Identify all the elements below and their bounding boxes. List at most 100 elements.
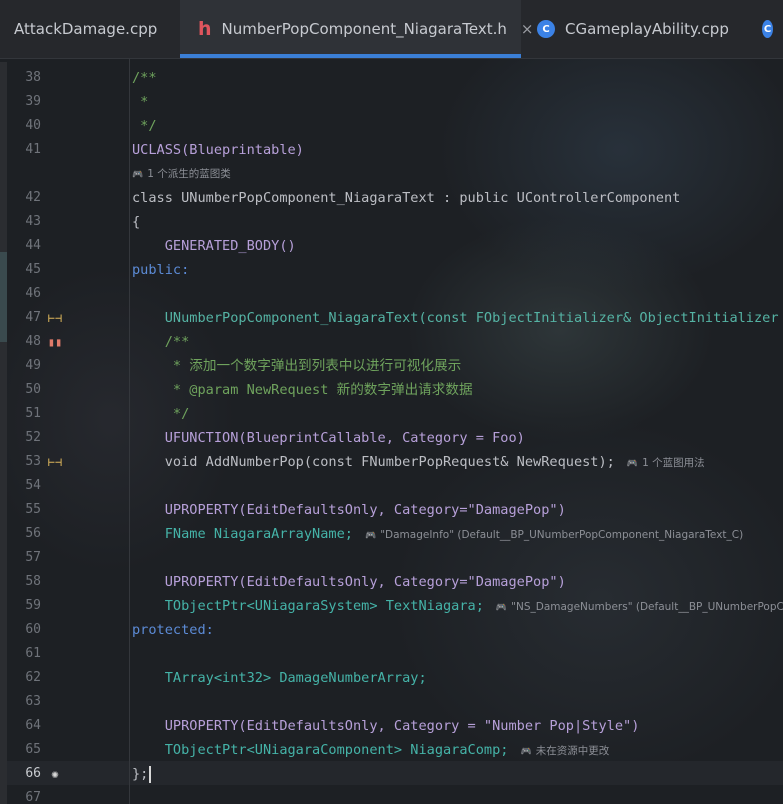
- code-line: 53 ⊢⊣ void AddNumberPop(const FNumberPop…: [7, 450, 783, 474]
- line-number: 49: [25, 358, 41, 373]
- tab-label: AttackDamage.cpp: [14, 20, 158, 38]
- code-line: 44 GENERATED_BODY(): [7, 234, 783, 258]
- code-line: 40 */: [7, 114, 783, 138]
- inlay-text: 1 个蓝图用法: [642, 457, 705, 469]
- line-number: 65: [25, 742, 41, 757]
- code-text[interactable]: UCLASS(Blueprintable): [132, 138, 304, 162]
- code-text[interactable]: {: [132, 210, 140, 234]
- inlay-text: "DamageInfo" (Default__BP_UNumberPopComp…: [380, 529, 744, 541]
- code-text[interactable]: protected:: [132, 618, 214, 642]
- code-statement: TObjectPtr<UNiagaraSystem> TextNiagara;: [132, 598, 484, 614]
- code-text[interactable]: void AddNumberPop(const FNumberPopReques…: [132, 450, 705, 476]
- tab-label: NumberPopComponent_NiagaraText.h: [221, 20, 507, 38]
- line-number: 41: [25, 142, 41, 157]
- code-line: 47 ⊢⊣ UNumberPopComponent_NiagaraText(co…: [7, 306, 783, 330]
- code-line: 58 UPROPERTY(EditDefaultsOnly, Category=…: [7, 570, 783, 594]
- line-number: 48: [25, 334, 41, 349]
- code-line: 49 * 添加一个数字弹出到列表中以进行可视化展示: [7, 354, 783, 378]
- code-text[interactable]: class UNumberPopComponent_NiagaraText : …: [132, 186, 680, 210]
- line-number: 45: [25, 262, 41, 277]
- line-number: 63: [25, 694, 41, 709]
- code-text[interactable]: TArray<int32> DamageNumberArray;: [132, 666, 427, 690]
- line-number: 52: [25, 430, 41, 445]
- code-line: 64 UPROPERTY(EditDefaultsOnly, Category …: [7, 714, 783, 738]
- code-line: 65 TObjectPtr<UNiagaraComponent> Niagara…: [7, 738, 783, 762]
- hint-text: 1 个派生的蓝图类: [147, 168, 231, 180]
- h-file-icon: h: [198, 18, 212, 40]
- code-text[interactable]: */: [132, 402, 189, 426]
- code-line: 62 TArray<int32> DamageNumberArray;: [7, 666, 783, 690]
- code-text[interactable]: UPROPERTY(EditDefaultsOnly, Category = "…: [132, 714, 640, 738]
- code-text[interactable]: */: [132, 114, 156, 138]
- code-statement: };: [132, 766, 149, 782]
- code-text[interactable]: };: [132, 762, 152, 786]
- code-vision-hint[interactable]: 🎮 1 个派生的蓝图类: [132, 162, 231, 186]
- gamepad-icon: 🎮: [520, 747, 532, 757]
- code-line: 61: [7, 642, 783, 666]
- line-number: 40: [25, 118, 41, 133]
- code-vision-inlay[interactable]: 🎮 1 个蓝图用法: [627, 457, 705, 469]
- code-line: 60 protected:: [7, 618, 783, 642]
- code-text[interactable]: GENERATED_BODY(): [132, 234, 296, 258]
- gamepad-icon: 🎮: [495, 603, 508, 613]
- code-editor[interactable]: 38 /** 39 * 40 */ 41 UCLASS(Blueprintabl…: [7, 58, 783, 804]
- code-line: 41 UCLASS(Blueprintable): [7, 138, 783, 162]
- code-text[interactable]: UPROPERTY(EditDefaultsOnly, Category="Da…: [132, 570, 566, 594]
- inlay-text: 未在资源中更改: [535, 745, 610, 757]
- code-text[interactable]: UFUNCTION(BlueprintCallable, Category = …: [132, 426, 525, 450]
- line-number: 57: [25, 550, 41, 565]
- code-statement: TObjectPtr<UNiagaraComponent> NiagaraCom…: [132, 742, 509, 758]
- code-text[interactable]: public:: [132, 258, 189, 282]
- line-number: 61: [25, 646, 41, 661]
- tab-numberpopcomponent-h[interactable]: h NumberPopComponent_NiagaraText.h ×: [180, 0, 533, 58]
- tab-attackdamage-cpp[interactable]: AttackDamage.cpp: [0, 0, 180, 58]
- code-text[interactable]: * @param NewRequest 新的数字弹出请求数据: [132, 378, 473, 402]
- cpp-file-icon: C: [762, 20, 773, 38]
- tab-overflow[interactable]: C: [746, 0, 783, 58]
- code-line: 54: [7, 474, 783, 498]
- code-text[interactable]: /**: [132, 330, 190, 354]
- code-line: 43 {: [7, 210, 783, 234]
- gamepad-icon: 🎮: [132, 170, 144, 180]
- cpp-file-icon: C: [537, 20, 555, 38]
- tab-cgameplayability-cpp[interactable]: C CGameplayAbility.cpp: [521, 0, 746, 58]
- code-line: 57: [7, 546, 783, 570]
- code-vision-inlay[interactable]: 🎮 "DamageInfo" (Default__BP_UNumberPopCom…: [365, 529, 743, 541]
- code-line: 46: [7, 282, 783, 306]
- line-number: 42: [25, 190, 41, 205]
- line-number: 62: [25, 670, 41, 685]
- line-number: 54: [25, 478, 41, 493]
- line-number: 58: [25, 574, 41, 589]
- code-line: 67: [7, 786, 783, 804]
- code-text[interactable]: * 添加一个数字弹出到列表中以进行可视化展示: [132, 354, 461, 378]
- code-text[interactable]: FName NiagaraArrayName; 🎮 "DamageInfo" (De…: [132, 522, 743, 548]
- line-number: 47: [25, 310, 41, 325]
- code-text[interactable]: /**: [132, 66, 157, 90]
- code-text[interactable]: UNumberPopComponent_NiagaraText(const FO…: [132, 306, 783, 330]
- code-text[interactable]: TObjectPtr<UNiagaraComponent> NiagaraCom…: [132, 738, 609, 764]
- code-line: 55 UPROPERTY(EditDefaultsOnly, Category=…: [7, 498, 783, 522]
- line-number: 46: [25, 286, 41, 301]
- inlay-text: "NS_DamageNumbers" (Default__BP_UNumberP…: [511, 601, 783, 613]
- tab-label: CGameplayAbility.cpp: [565, 20, 729, 38]
- gamepad-icon: 🎮: [364, 531, 377, 541]
- implementation-marker-icon[interactable]: ⊢⊣: [47, 310, 63, 326]
- line-number: 55: [25, 502, 41, 517]
- implementation-marker-icon[interactable]: ⊢⊣: [47, 454, 63, 470]
- lightbulb-icon[interactable]: ✺: [47, 766, 63, 782]
- strip-marker: [0, 252, 7, 342]
- code-line: 52 UFUNCTION(BlueprintCallable, Category…: [7, 426, 783, 450]
- code-line: 63: [7, 690, 783, 714]
- code-vision-inlay[interactable]: 🎮 未在资源中更改: [520, 745, 609, 757]
- code-text[interactable]: *: [132, 90, 148, 114]
- code-line: 51 */: [7, 402, 783, 426]
- line-number: 44: [25, 238, 41, 253]
- doc-book-icon[interactable]: ▮▮: [47, 334, 63, 350]
- code-text[interactable]: UPROPERTY(EditDefaultsOnly, Category="Da…: [132, 498, 566, 522]
- text-cursor: [149, 765, 152, 783]
- code-line: 66 ✺ };: [7, 762, 783, 786]
- code-vision-inlay[interactable]: 🎮 "NS_DamageNumbers" (Default__BP_UNumber…: [496, 601, 783, 613]
- code-text[interactable]: TObjectPtr<UNiagaraSystem> TextNiagara; 🎮…: [132, 594, 783, 620]
- code-line: 39 *: [7, 90, 783, 114]
- line-number: 59: [25, 598, 41, 613]
